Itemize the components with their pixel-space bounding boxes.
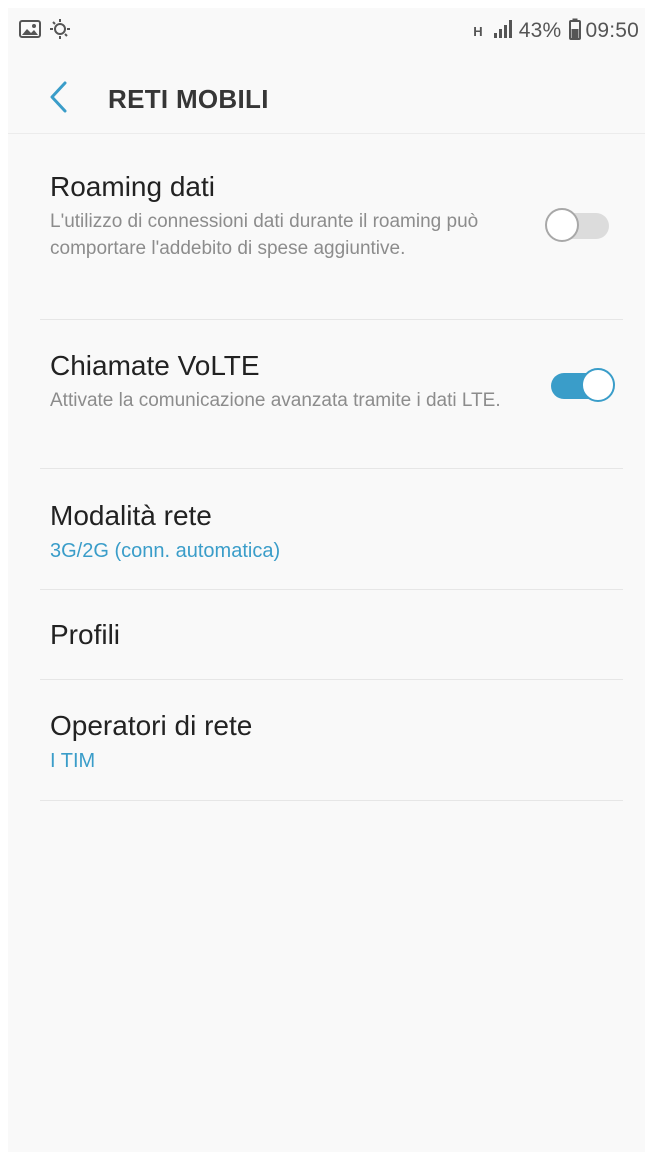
toggle-knob — [581, 368, 615, 402]
screen: H 43% 09:50 RETI MOBILI Roaming dati L'u… — [8, 8, 645, 1152]
setting-title: Chiamate VoLTE — [50, 350, 260, 381]
roaming-data-toggle[interactable] — [545, 206, 615, 246]
volte-toggle[interactable] — [545, 366, 615, 406]
divider — [40, 800, 623, 801]
back-button[interactable] — [42, 80, 74, 118]
chevron-left-icon — [47, 80, 69, 119]
setting-roaming-data[interactable]: Roaming dati L'utilizzo di connessioni d… — [8, 134, 645, 320]
setting-title: Modalità rete — [50, 500, 212, 531]
setting-value: 3G/2G (conn. automatica) — [50, 540, 281, 562]
settings-list: Roaming dati L'utilizzo di connessioni d… — [8, 134, 645, 801]
setting-description: L'utilizzo di connessioni dati durante i… — [50, 211, 479, 259]
setting-title: Profili — [50, 619, 121, 650]
image-icon — [19, 19, 41, 43]
network-type: H — [473, 23, 483, 39]
toggle-knob — [545, 208, 579, 242]
app-header: RETI MOBILI — [8, 54, 645, 142]
battery-icon — [569, 18, 582, 45]
setting-title: Roaming dati — [50, 171, 215, 202]
setting-value: I TIM — [50, 750, 96, 772]
signal-icon — [493, 19, 515, 44]
battery-percent: 43% — [518, 19, 562, 42]
status-bar: H 43% 09:50 — [8, 8, 645, 54]
setting-title: Operatori di rete — [50, 710, 253, 741]
status-left-icons — [19, 18, 71, 45]
status-right-icons: H 43% 09:50 — [473, 18, 639, 45]
setting-profiles[interactable]: Profili — [8, 590, 645, 680]
setting-network-operators[interactable]: Operatori di rete I TIM — [8, 680, 645, 801]
clock: 09:50 — [585, 19, 639, 42]
setting-network-mode[interactable]: Modalità rete 3G/2G (conn. automatica) — [8, 469, 645, 590]
setting-volte-calls[interactable]: Chiamate VoLTE Attivate la comunicazione… — [8, 320, 645, 469]
sync-icon — [49, 18, 71, 45]
setting-description: Attivate la comunicazione avanzata trami… — [50, 390, 501, 411]
page-title: RETI MOBILI — [108, 84, 269, 114]
